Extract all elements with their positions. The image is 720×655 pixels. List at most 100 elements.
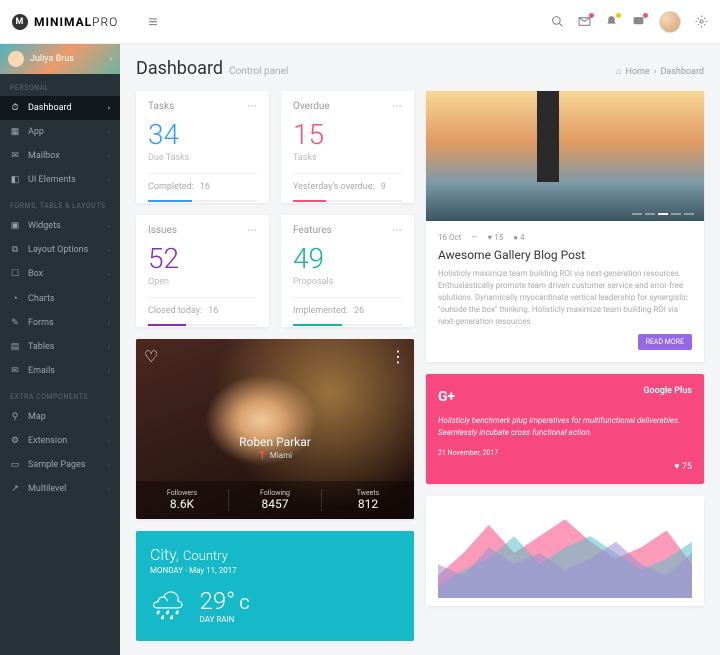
nav-icon: ▣ (10, 221, 20, 231)
sidebar-item-mailbox[interactable]: ✉Mailbox› (0, 144, 120, 168)
chat-icon[interactable] (632, 15, 645, 28)
blog-date: 16 Oct (438, 233, 461, 242)
nav-label: UI Elements (28, 175, 76, 185)
page-header: Dashboard Control panel ⌂ Home › Dashboa… (136, 58, 704, 79)
sidebar-item-multilevel[interactable]: ↗Multilevel› (0, 477, 120, 501)
stat-menu-icon[interactable]: ⋯ (247, 225, 257, 236)
nav-icon: ◧ (10, 175, 20, 185)
nav-label: Dashboard (28, 103, 72, 113)
stat-card-features: Features⋯ 49 Proposals Implemented:26 (281, 215, 414, 327)
social-date: 21 November, 2017 (438, 449, 692, 457)
stat-card-overdue: Overdue⋯ 15 Tasks Yesterday's overdue:9 (281, 91, 414, 203)
blog-likes[interactable]: ♥ 15 (488, 233, 504, 242)
nav-icon: ↗ (10, 484, 20, 494)
sidebar-item-sample-pages[interactable]: ▭Sample Pages› (0, 453, 120, 477)
tweets[interactable]: Tweets812 (322, 489, 414, 511)
nav-label: Forms (28, 318, 54, 328)
user-name: Juliya Brus (30, 54, 74, 64)
nav-icon: ⚲ (10, 412, 20, 422)
sidebar-item-layout-options[interactable]: ⧉Layout Options› (0, 238, 120, 262)
stat-value: 34 (148, 118, 257, 151)
home-icon: ⌂ (616, 66, 621, 77)
social-card: G+ Google Plus Holisticly benchmark plug… (426, 374, 704, 484)
sidebar-item-charts[interactable]: ◔Charts› (0, 286, 120, 311)
social-text: Holisticly benchmark plug imperatives fo… (438, 415, 692, 439)
read-more-button[interactable]: READ MORE (638, 334, 692, 350)
stat-title: Overdue (293, 101, 330, 112)
nav-icon: ✎ (10, 318, 20, 328)
nav-label: Charts (28, 294, 55, 304)
nav-label: Map (28, 412, 46, 422)
search-icon[interactable] (551, 15, 564, 28)
stat-menu-icon[interactable]: ⋯ (247, 101, 257, 112)
carousel-dots[interactable] (632, 213, 694, 215)
nav-label: Box (28, 269, 43, 279)
nav-label: Tables (28, 342, 54, 352)
nav-icon: ✉ (10, 151, 20, 161)
stat-title: Features (293, 225, 332, 236)
user-avatar-small (8, 51, 24, 67)
nav-label: Emails (28, 366, 55, 376)
sidebar-section-label: EXTRA COMPONENTS (0, 383, 120, 405)
breadcrumb[interactable]: ⌂ Home › Dashboard (616, 66, 704, 77)
nav-label: Multilevel (28, 484, 66, 494)
nav-label: Sample Pages (28, 460, 85, 470)
sidebar-item-box[interactable]: ☐Box› (0, 262, 120, 286)
following[interactable]: Following8457 (229, 489, 322, 511)
stat-value: 52 (148, 242, 257, 275)
nav-icon: ▤ (10, 342, 20, 352)
nav-icon: ⏱ (10, 103, 20, 113)
blog-image[interactable] (426, 91, 704, 221)
stat-title: Tasks (148, 101, 174, 112)
sidebar-item-app[interactable]: ▦App› (0, 120, 120, 144)
menu-toggle-icon[interactable]: ≡ (148, 12, 157, 32)
more-icon[interactable]: ⋮ (390, 347, 406, 366)
sidebar-item-dashboard[interactable]: ⏱Dashboard› (0, 96, 120, 120)
gear-icon[interactable] (695, 15, 708, 28)
profile-card: ♡ ⋮ Roben Parkar 📍 Miami Followers8.6K F… (136, 339, 414, 519)
stat-value: 49 (293, 242, 402, 275)
sidebar-item-ui-elements[interactable]: ◧UI Elements› (0, 168, 120, 192)
nav-icon: ▦ (10, 127, 20, 137)
social-platform: Google Plus (643, 386, 692, 396)
nav-label: Layout Options (28, 245, 88, 255)
stat-label: Open (148, 277, 257, 287)
mail-icon[interactable] (578, 15, 591, 28)
stat-menu-icon[interactable]: ⋯ (392, 225, 402, 236)
blog-comments[interactable]: ● 4 (513, 233, 524, 242)
stat-label: Due Tasks (148, 153, 257, 163)
user-avatar[interactable] (659, 11, 681, 33)
stat-card-issues: Issues⋯ 52 Open Closed today:16 (136, 215, 269, 327)
sidebar-item-map[interactable]: ⚲Map› (0, 405, 120, 429)
sidebar-user-card[interactable]: Juliya Brus › (0, 44, 120, 74)
heart-icon[interactable]: ♡ (144, 347, 158, 366)
logo-mark-icon: M (12, 14, 28, 30)
bell-icon[interactable] (605, 15, 618, 28)
nav-icon: ✉ (10, 366, 20, 376)
stat-menu-icon[interactable]: ⋯ (392, 101, 402, 112)
area-chart (426, 496, 704, 606)
page-subtitle: Control panel (229, 66, 288, 77)
sidebar-item-extension[interactable]: ⚙Extension› (0, 429, 120, 453)
profile-name: Roben Parkar (136, 435, 414, 449)
blog-title[interactable]: Awesome Gallery Blog Post (438, 248, 692, 262)
profile-location: 📍 Miami (136, 451, 414, 460)
sidebar: Juliya Brus › PERSONAL⏱Dashboard›▦App›✉M… (0, 44, 120, 655)
brand-logo[interactable]: M MINIMALPRO (12, 14, 118, 30)
nav-label: App (28, 127, 44, 137)
google-plus-icon: G+ (438, 389, 455, 405)
nav-icon: ▭ (10, 460, 20, 470)
sidebar-item-forms[interactable]: ✎Forms› (0, 311, 120, 335)
topbar: M MINIMALPRO ≡ (0, 0, 720, 44)
sidebar-item-emails[interactable]: ✉Emails› (0, 359, 120, 383)
sidebar-item-widgets[interactable]: ▣Widgets› (0, 214, 120, 238)
social-likes[interactable]: ♥ 75 (674, 461, 692, 472)
sidebar-section-label: PERSONAL (0, 74, 120, 96)
nav-icon: ◔ (10, 293, 20, 304)
nav-icon: ☐ (10, 269, 20, 279)
stat-card-tasks: Tasks⋯ 34 Due Tasks Completed:16 (136, 91, 269, 203)
sidebar-item-tables[interactable]: ▤Tables› (0, 335, 120, 359)
followers[interactable]: Followers8.6K (136, 489, 229, 511)
nav-icon: ⧉ (10, 245, 20, 255)
weather-card: City, Country MONDAY · May 11, 2017 🌧 29… (136, 531, 414, 641)
